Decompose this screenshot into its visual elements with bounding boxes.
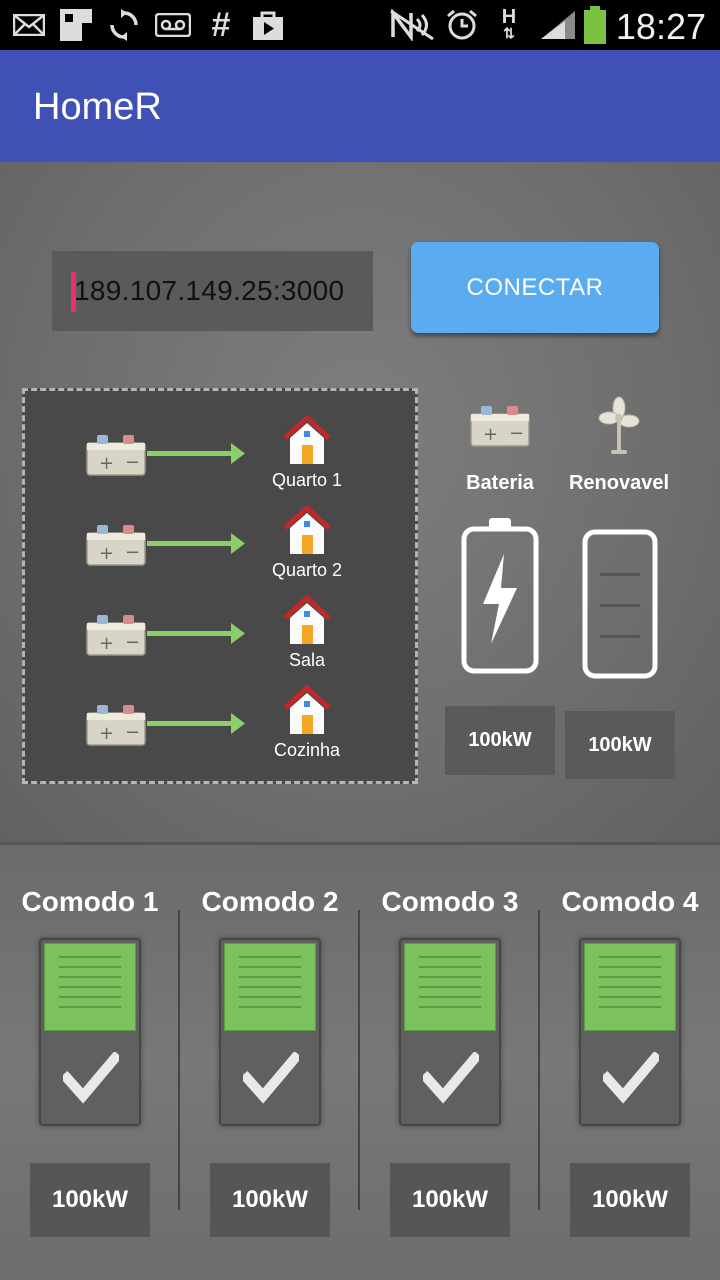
switch-on-indicator [44,943,136,1031]
sync-icon [106,8,142,42]
comodo-switch[interactable] [39,938,141,1126]
svg-text:+: + [483,424,498,445]
arrow-right-icon [147,441,247,472]
comodo-title: Comodo 4 [561,886,699,917]
hspa-icon: H ⇅ [501,6,517,41]
room-label: Sala [288,650,326,670]
battery-icon: + − [85,701,147,752]
svg-text:−: − [509,423,524,444]
battery-icon: + − [85,611,147,662]
comodo-power-value: 100kW [210,1163,330,1237]
battery-icon [582,6,608,44]
nfc-icon [388,8,436,42]
svg-text:−: − [125,632,140,653]
comodo-power-value: 100kW [570,1163,690,1237]
arrow-right-icon [147,711,247,742]
alarm-icon [444,8,480,42]
arrow-right-icon [147,531,247,562]
room-connection-diagram: + − Quarto 1 + − Quarto 2 + − Sala + − Cozinha [22,388,418,784]
svg-text:−: − [125,452,140,473]
status-bar: # H ⇅ 18:27 [0,0,720,50]
renewable-power-value: 100kW [565,711,675,779]
battery-charging-icon [461,516,539,679]
svg-text:+: + [99,633,114,654]
app-bar: HomeR [0,50,720,162]
svg-text:+: + [99,543,114,564]
connect-button[interactable]: CONECTAR [411,242,659,333]
room-label: Cozinha [273,740,341,760]
switch-on-indicator [404,943,496,1031]
switch-on-indicator [584,943,676,1031]
comodo-switch[interactable] [219,938,321,1126]
column-divider [178,910,180,1210]
checkmark-icon [419,1050,483,1109]
battery-icon: + − [85,431,147,482]
house-icon [281,684,333,741]
room-label: Quarto 1 [271,470,343,490]
battery-icon: + − [85,521,147,572]
svg-text:+: + [99,723,114,744]
battery-label: Bateria [466,472,534,494]
comodo-power-value: 100kW [30,1163,150,1237]
renewable-label: Renovavel [568,472,670,494]
comodo-title: Comodo 3 [381,886,519,917]
comodo-title: Comodo 2 [201,886,339,917]
comodo-power-value: 100kW [390,1163,510,1237]
renewable-level-icon [582,529,658,684]
column-divider [538,910,540,1210]
signal-icon [538,8,578,42]
ip-address-input[interactable]: 189.107.149.25:3000 [52,251,373,331]
comodo-title: Comodo 1 [21,886,159,917]
battery-power-value: 100kW [445,706,555,775]
comodo-switch[interactable] [399,938,501,1126]
mail-icon [12,8,46,42]
house-icon [281,414,333,471]
fan-icon [598,396,640,461]
comodo-switch[interactable] [579,938,681,1126]
checkmark-icon [599,1050,663,1109]
svg-text:−: − [125,722,140,743]
ip-address-value: 189.107.149.25:3000 [74,275,345,306]
image-icon [58,8,94,42]
app-title: HomeR [33,86,162,128]
switch-on-indicator [224,943,316,1031]
column-divider [358,910,360,1210]
hash-icon: # [211,5,231,44]
svg-text:+: + [99,453,114,474]
checkmark-icon [239,1050,303,1109]
checkmark-icon [59,1050,123,1109]
room-label: Quarto 2 [271,560,343,580]
voicemail-icon [154,8,192,42]
svg-text:−: − [125,542,140,563]
house-icon [281,504,333,561]
clock: 18:27 [615,6,706,47]
house-icon [281,594,333,651]
battery-icon: + − [469,402,531,453]
shop-icon [250,8,286,42]
arrow-right-icon [147,621,247,652]
